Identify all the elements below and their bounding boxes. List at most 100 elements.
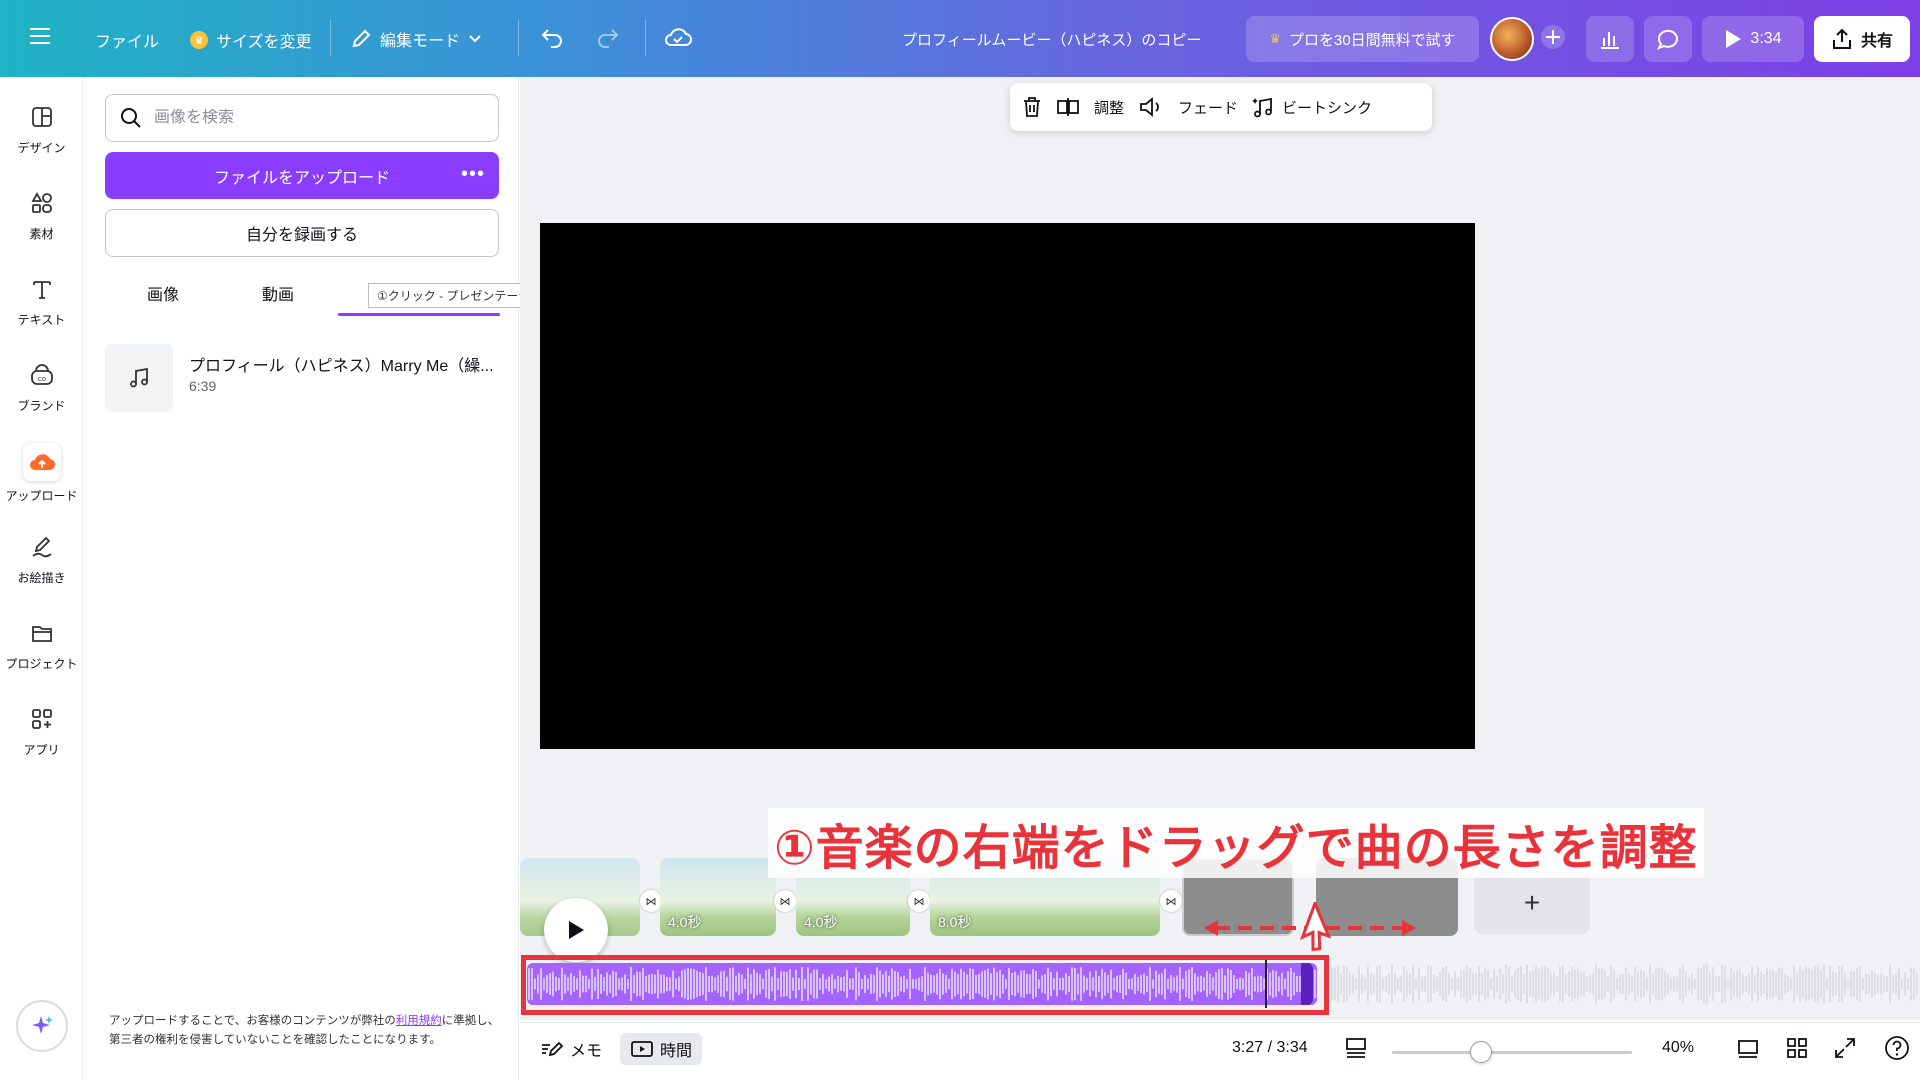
volume-button[interactable]	[1138, 96, 1164, 118]
left-rail: デザイン 素材 テキスト co ブランド アップロード お絵描き プロジェクト …	[0, 77, 83, 1080]
upload-terms-notice: アップロードすることで、お客様のコンテンツが弊社の利用規約に準拠し、第三者の権利…	[109, 1012, 505, 1050]
annotation-highlight-frame	[521, 955, 1329, 1015]
menu-icon[interactable]	[30, 27, 50, 45]
upload-files-button[interactable]: ファイルをアップロード •••	[105, 152, 499, 199]
svg-text:co: co	[37, 375, 45, 383]
cloud-save-status[interactable]	[664, 26, 692, 48]
file-menu[interactable]: ファイル	[95, 28, 159, 52]
rail-label: お絵描き	[17, 571, 66, 585]
transition-icon[interactable]: ⋈	[1160, 890, 1182, 912]
adjust-button[interactable]: 調整	[1094, 97, 1124, 118]
apps-icon	[26, 703, 58, 735]
insights-button[interactable]	[1586, 16, 1634, 62]
document-title[interactable]: プロフィールムービー（ハピネス）のコピー	[902, 29, 1201, 50]
crown-icon: ♛	[190, 31, 208, 49]
design-icon	[26, 101, 58, 133]
beat-sync-button[interactable]: ビートシンク	[1252, 95, 1372, 119]
document-title-text: プロフィールムービー（ハピネス）のコピー	[902, 32, 1202, 49]
terms-text: アップロードすることで、お客様のコンテンツが弊社の	[109, 1015, 396, 1027]
help-button[interactable]	[1884, 1035, 1910, 1061]
brand-icon: co	[26, 359, 58, 391]
pages-button[interactable]	[1736, 1037, 1760, 1059]
tab-label: 画像	[147, 287, 180, 304]
present-button[interactable]: 3:34	[1702, 16, 1804, 62]
zoom-level[interactable]: 40%	[1662, 1039, 1694, 1057]
terms-link[interactable]: 利用規約	[396, 1015, 442, 1027]
fullscreen-button[interactable]	[1834, 1037, 1856, 1059]
fade-button[interactable]: フェード	[1178, 97, 1238, 118]
page-view-icon	[1346, 1038, 1366, 1058]
rail-item-apps[interactable]: アプリ	[0, 703, 83, 758]
expand-icon	[1835, 1038, 1855, 1058]
divider	[330, 20, 331, 56]
page-view-button[interactable]	[1344, 1037, 1368, 1059]
share-label: 共有	[1860, 33, 1893, 50]
grid-icon	[1787, 1038, 1807, 1058]
grid-view-button[interactable]	[1786, 1037, 1808, 1059]
share-button[interactable]: 共有	[1814, 16, 1910, 62]
resize-label: サイズを変更	[216, 34, 312, 51]
edit-mode-label: 編集モード	[380, 33, 461, 50]
rail-item-text[interactable]: テキスト	[0, 273, 83, 328]
timer-button[interactable]: 時間	[620, 1033, 703, 1065]
zoom-slider-knob[interactable]	[1470, 1041, 1492, 1063]
split-button[interactable]	[1056, 96, 1080, 118]
rail-item-uploads[interactable]: アップロード	[0, 443, 83, 504]
notes-button[interactable]: メモ	[540, 1037, 602, 1061]
search-box	[105, 94, 499, 142]
resize-button[interactable]: ♛ サイズを変更	[190, 28, 312, 52]
rail-item-brand[interactable]: co ブランド	[0, 359, 83, 414]
timer-label: 時間	[660, 1043, 693, 1060]
timeline-clip[interactable]: 4.0秒	[660, 858, 776, 936]
play-icon	[1726, 30, 1742, 48]
music-note-icon	[105, 344, 173, 412]
plus-icon: +	[1523, 887, 1541, 918]
rail-item-elements[interactable]: 素材	[0, 187, 83, 242]
search-input[interactable]	[154, 109, 474, 127]
chevron-down-icon	[469, 35, 481, 43]
edit-mode-dropdown[interactable]: 編集モード	[350, 27, 482, 51]
zoom-slider-track[interactable]	[1392, 1051, 1632, 1054]
avatar[interactable]	[1490, 17, 1534, 61]
delete-button[interactable]	[1022, 96, 1042, 118]
clip-duration: 8.0秒	[938, 914, 972, 930]
video-preview-stage[interactable]	[540, 223, 1475, 749]
elements-icon	[26, 187, 58, 219]
transition-icon[interactable]: ⋈	[908, 890, 930, 912]
tab-label: 動画	[262, 287, 295, 304]
pro-trial-button[interactable]: ♛ プロを30日間無料で試す	[1246, 16, 1479, 62]
rail-label: テキスト	[17, 313, 66, 327]
undo-button[interactable]	[540, 26, 564, 48]
rail-item-projects[interactable]: プロジェクト	[0, 617, 83, 672]
notes-pencil-icon	[542, 1041, 564, 1057]
timer-play-icon	[631, 1041, 653, 1057]
comment-icon	[1656, 29, 1678, 50]
redo-icon	[598, 29, 619, 48]
notes-label: メモ	[570, 1043, 603, 1060]
audio-duration: 6:39	[189, 378, 217, 394]
rail-item-draw[interactable]: お絵描き	[0, 531, 83, 586]
rail-item-design[interactable]: デザイン	[0, 101, 83, 156]
upload-files-label: ファイルをアップロード	[213, 169, 390, 187]
split-icon	[1057, 98, 1079, 116]
tab-images[interactable]: 画像	[147, 281, 179, 305]
magic-assistant-button[interactable]	[16, 1000, 68, 1052]
comments-button[interactable]	[1644, 16, 1692, 62]
transition-icon[interactable]: ⋈	[774, 890, 796, 912]
timeline-play-button[interactable]	[544, 898, 608, 962]
trash-icon	[1024, 97, 1040, 117]
transition-icon[interactable]: ⋈	[640, 890, 662, 912]
more-options-icon[interactable]: •••	[461, 163, 485, 186]
folder-icon	[26, 617, 58, 649]
record-yourself-button[interactable]: 自分を録画する	[105, 209, 499, 257]
uploads-panel: ファイルをアップロード ••• 自分を録画する 画像 動画 ①クリック - プレ…	[83, 77, 564, 1080]
text-icon	[26, 273, 58, 305]
record-yourself-label: 自分を録画する	[245, 227, 358, 244]
bottom-bar: メモ 時間 3:27 / 3:34 40%	[520, 1022, 1920, 1080]
share-upload-icon	[1832, 28, 1851, 49]
redo-button[interactable]	[596, 26, 620, 48]
tab-videos[interactable]: 動画	[262, 281, 294, 305]
add-page-button[interactable]: +	[1474, 872, 1590, 934]
add-collaborator-button[interactable]	[1540, 24, 1566, 50]
audio-upload-item[interactable]: プロフィール（ハピネス）Marry Me（繰... 6:39	[105, 344, 505, 414]
